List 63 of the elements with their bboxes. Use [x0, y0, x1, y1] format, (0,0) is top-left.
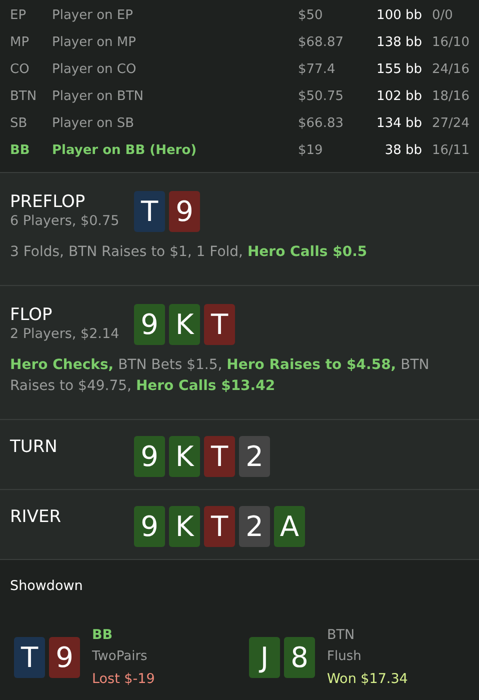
street-name: TURN [10, 436, 58, 458]
player-big-blinds: 100 bb [376, 8, 422, 23]
player-position: BTN [10, 89, 38, 104]
showdown-title: Showdown [10, 578, 84, 594]
playing-card: K [169, 304, 200, 345]
player-position: MP [10, 35, 30, 50]
player-big-blinds: 155 bb [376, 62, 422, 77]
hand-rank: TwoPairs [92, 648, 148, 666]
playing-card: K [169, 506, 200, 547]
player-big-blinds: 134 bb [376, 116, 422, 131]
player-name: Player on BTN [52, 89, 144, 104]
playing-card: T [204, 436, 235, 477]
playing-card: 2 [239, 506, 270, 547]
street-name: RIVER [10, 506, 62, 528]
playing-card: T [204, 304, 235, 345]
player-stack: $68.87 [298, 35, 344, 50]
playing-card: K [169, 436, 200, 477]
player-stats: 0/0 [431, 8, 454, 23]
player-name: Player on EP [52, 8, 134, 23]
hand-rank: Flush [327, 648, 362, 666]
player-stats: 27/24 [431, 116, 470, 131]
playing-card: 9 [134, 304, 165, 345]
player-big-blinds: 102 bb [376, 89, 422, 104]
player-stats: 16/11 [431, 143, 470, 158]
player-name: Player on SB [52, 116, 136, 131]
player-stats: 18/16 [431, 89, 470, 104]
playing-card: J [249, 636, 280, 678]
playing-card: T [204, 506, 235, 547]
player-stack: $50 [298, 8, 324, 23]
street-summary: 2 Players, $2.14 [10, 326, 120, 342]
playing-card: 9 [134, 436, 165, 477]
playing-card: 9 [49, 636, 80, 678]
player-stats: 24/16 [431, 62, 470, 77]
player-stack: $50.75 [298, 89, 344, 104]
playing-card: 2 [239, 436, 270, 477]
hand-result: Won $17.34 [327, 670, 408, 689]
player-stack: $77.4 [298, 62, 336, 77]
street-name: FLOP [10, 304, 54, 326]
player-name: Player on BB (Hero) [52, 143, 198, 158]
player-stack: $66.83 [298, 116, 344, 131]
playing-card: 9 [134, 506, 165, 547]
playing-card: 8 [284, 636, 315, 678]
playing-card: T [14, 636, 45, 678]
action-summary: Hero Checks, BTN Bets $1.5, Hero Raises to $4.58, BTN Raises to $49.75, Hero Calls $13.42 [10, 356, 430, 396]
player-name: Player on MP [52, 35, 137, 50]
player-position: CO [10, 62, 30, 77]
playing-card: A [274, 506, 305, 547]
playing-card: 9 [169, 191, 200, 232]
player-stack: $19 [298, 143, 324, 158]
hand-result: Lost $-19 [92, 670, 155, 689]
player-position: SB [10, 116, 28, 131]
street-summary: 6 Players, $0.75 [10, 213, 120, 229]
hand-position: BTN [327, 626, 356, 645]
hand-position: BB [92, 626, 114, 645]
player-name: Player on CO [52, 62, 138, 77]
player-big-blinds: 38 bb [384, 143, 422, 158]
player-stats: 16/10 [431, 35, 470, 50]
action-summary: 3 Folds, BTN Raises to $1, 1 Fold, Hero Calls $0.5 [10, 243, 368, 262]
player-position: BB [10, 143, 31, 158]
player-position: EP [10, 8, 28, 23]
player-big-blinds: 138 bb [376, 35, 422, 50]
playing-card: T [134, 191, 165, 232]
street-name: PREFLOP [10, 191, 86, 213]
